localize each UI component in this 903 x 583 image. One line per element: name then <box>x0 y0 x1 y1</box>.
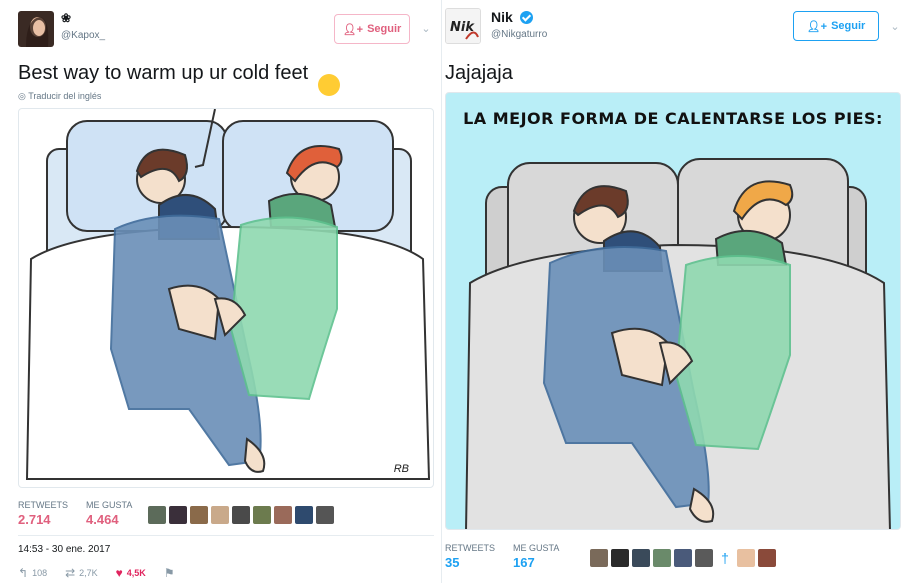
tweet-right: Nik Nik @Nikgaturro 👤︎+ Seguir ⌄ Jajajaj… <box>441 0 903 583</box>
avatar[interactable] <box>253 506 271 524</box>
avatar[interactable] <box>737 549 755 567</box>
translate-label: Traducir del inglés <box>28 91 102 101</box>
avatar[interactable] <box>295 506 313 524</box>
comic-illustration <box>25 109 431 480</box>
follow-label: Seguir <box>831 20 866 32</box>
likes-count: 4.464 <box>86 512 119 527</box>
tweet-actions: ↰ 108 ⇄ 2,7K ♥ 4,5K ⚑ <box>18 566 175 580</box>
more-button[interactable]: ⚑ <box>164 566 175 580</box>
tweet-left: ❀ @Kapox_ 👤︎+ Seguir ⌄ Best way to warm … <box>0 0 441 583</box>
chevron-down-icon[interactable]: ⌄ <box>889 21 901 33</box>
user-handle[interactable]: @Kapox_ <box>61 30 105 41</box>
avatar[interactable] <box>758 549 776 567</box>
reply-count: 108 <box>32 568 48 578</box>
likes-count: 167 <box>513 555 535 570</box>
avatar[interactable]: † <box>716 549 734 567</box>
reply-button[interactable]: ↰ 108 <box>18 566 47 580</box>
avatar[interactable] <box>653 549 671 567</box>
chevron-down-icon[interactable]: ⌄ <box>420 23 432 35</box>
comic-illustration <box>465 158 891 529</box>
retweets-label: RETWEETS <box>445 543 496 553</box>
upside-down-face-emoji: 🙃 <box>317 74 340 96</box>
like-button[interactable]: ♥ 4,5K <box>116 566 146 580</box>
tweet-stats: RETWEETS 35 ME GUSTA 167 <box>445 543 559 570</box>
retweets-label: RETWEETS <box>18 500 69 510</box>
avatar[interactable] <box>590 549 608 567</box>
avatar[interactable] <box>632 549 650 567</box>
avatar[interactable] <box>18 11 54 47</box>
flag-icon: ⚑ <box>163 566 175 580</box>
liker-avatars: † <box>590 549 776 567</box>
liker-avatars <box>148 506 334 524</box>
avatar[interactable] <box>211 506 229 524</box>
likes-stat[interactable]: ME GUSTA 167 <box>513 543 559 570</box>
avatar[interactable] <box>611 549 629 567</box>
retweets-stat[interactable]: RETWEETS 2.714 <box>18 500 68 527</box>
retweets-stat[interactable]: RETWEETS 35 <box>445 543 495 570</box>
tweet-image[interactable]: LA MEJOR FORMA DE CALENTARSE LOS PIES: <box>445 92 901 530</box>
display-name[interactable]: ❀ <box>61 11 71 25</box>
avatar[interactable] <box>232 506 250 524</box>
likes-label: ME GUSTA <box>86 500 133 510</box>
tweet-text-content: Best way to warm up ur cold feet <box>18 62 309 84</box>
comic-signature: RB <box>393 463 409 475</box>
avatar[interactable] <box>274 506 292 524</box>
retweet-count: 2,7K <box>79 568 98 578</box>
avatar[interactable] <box>190 506 208 524</box>
follow-label: Seguir <box>367 23 402 35</box>
tweet-stats: RETWEETS 2.714 ME GUSTA 4.464 <box>18 500 132 527</box>
like-count: 4,5K <box>126 568 146 578</box>
tweet-text: Jajajaja <box>445 62 513 84</box>
retweet-button[interactable]: ⇄ 2,7K <box>65 566 98 580</box>
tweet-timestamp[interactable]: 14:53 - 30 ene. 2017 <box>18 544 110 555</box>
avatar[interactable] <box>316 506 334 524</box>
avatar[interactable] <box>169 506 187 524</box>
avatar[interactable] <box>695 549 713 567</box>
display-name-text: Nik <box>491 9 513 25</box>
person-plus-icon: 👤︎+ <box>806 20 828 33</box>
retweets-count: 2.714 <box>18 512 51 527</box>
avatar[interactable] <box>674 549 692 567</box>
display-name[interactable]: Nik <box>491 9 533 25</box>
heart-icon: ♥ <box>115 566 123 580</box>
globe-icon: ◎ <box>18 91 26 101</box>
likes-label: ME GUSTA <box>513 543 560 553</box>
avatar[interactable]: Nik <box>445 8 481 44</box>
retweet-icon: ⇄ <box>65 566 76 580</box>
avatar[interactable] <box>148 506 166 524</box>
follow-button[interactable]: 👤︎+ Seguir <box>334 14 410 44</box>
person-plus-icon: 👤︎+ <box>342 23 364 36</box>
likes-stat[interactable]: ME GUSTA 4.464 <box>86 500 132 527</box>
user-handle[interactable]: @Nikgaturro <box>491 29 547 40</box>
verified-badge-icon <box>519 11 533 24</box>
translate-link[interactable]: ◎ Traducir del inglés <box>18 91 101 102</box>
divider <box>18 535 434 536</box>
tweet-image[interactable]: RB <box>18 108 434 488</box>
retweets-count: 35 <box>445 555 460 570</box>
reply-icon: ↰ <box>18 566 29 580</box>
follow-button[interactable]: 👤︎+ Seguir <box>793 11 879 41</box>
